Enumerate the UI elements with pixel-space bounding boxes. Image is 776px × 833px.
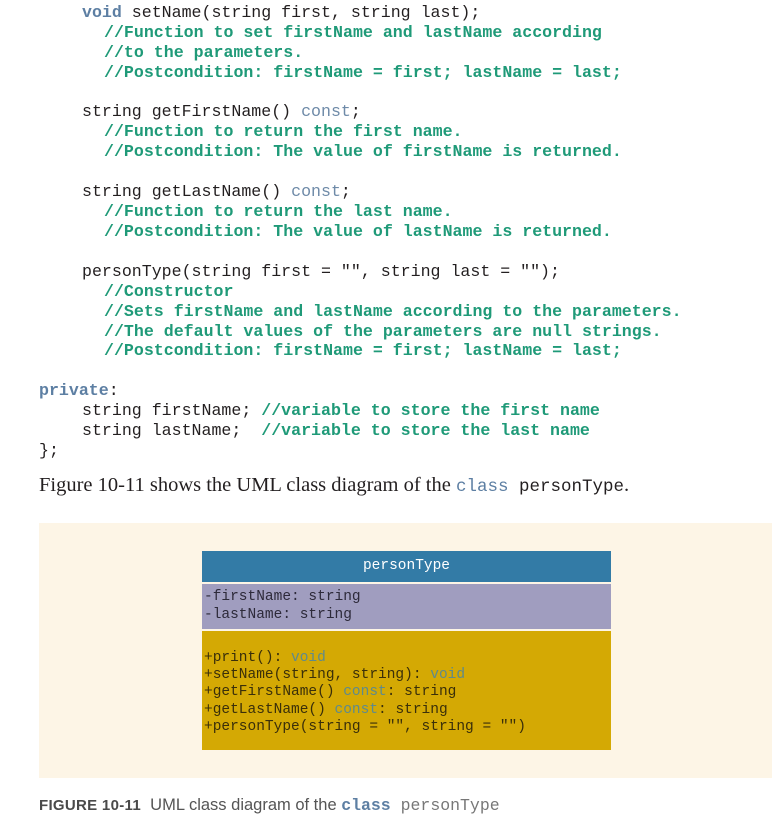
code-comment: //Function to set firstName and lastName… [104,23,602,42]
code-comment: //Postcondition: The value of lastName i… [104,222,612,241]
code-comment: //Function to return the last name. [104,202,453,221]
paragraph-text: . [624,474,630,496]
uml-attributes: -firstName: string -lastName: string [202,584,611,629]
uml-method: +setName(string, string): void [204,667,611,684]
code-comment: //Function to return the first name. [104,122,463,141]
figure-label: FIGURE 10-11 [39,797,141,814]
code-line-getlastname: string getLastName() const; [82,182,351,202]
paragraph-text: Figure 10-11 shows the UML class diagram… [39,474,456,496]
code-line-member: string lastName; //variable to store the… [82,421,590,441]
code-comment: //Postcondition: The value of firstName … [104,142,622,161]
code-line-closing: }; [39,441,59,460]
keyword: void [291,650,326,666]
code-comment: //to the parameters. [104,43,304,62]
code-text: string firstName; [82,401,262,420]
method-text: +setName(string, string): [204,667,431,684]
method-text: : string [378,701,448,718]
uml-method: +personType(string = "", string = "") [204,719,611,736]
uml-method: +print(): void [204,650,611,667]
code-line-setname: void setName(string first, string last); [82,3,480,23]
method-text: +getLastName() [204,701,335,718]
code-comment: //variable to store the last name [261,421,590,440]
uml-method: +getLastName() const: string [204,702,611,719]
code-text: : [108,381,119,400]
code-line-getfirstname: string getFirstName() const; [82,102,361,122]
uml-attribute: -lastName: string [204,607,352,623]
body-paragraph: Figure 10-11 shows the UML class diagram… [39,474,629,497]
class-name: personType [390,796,500,815]
keyword: class [455,477,509,497]
code-comment: //Postcondition: firstName = first; last… [104,63,622,82]
keyword: class [341,796,391,815]
keyword: void [82,3,122,22]
code-line-private: private: [39,381,119,401]
uml-attribute: -firstName: string [204,589,361,605]
code-comment: //The default values of the parameters a… [104,322,662,341]
code-comment: //Constructor [104,282,234,301]
keyword: const [301,102,351,121]
keyword: const [291,182,341,201]
code-text: string lastName; [82,421,262,440]
code-line-constructor: personType(string first = "", string las… [82,262,560,281]
keyword: private [39,381,109,400]
keyword: const [343,684,387,701]
caption-text: UML class diagram of the [140,796,342,814]
method-text: : string [386,684,457,701]
code-text: ; [340,182,351,201]
method-text: +getFirstName() [204,684,344,701]
uml-class-name: personType [202,551,611,582]
method-text: +personType(string = "", string = "") [204,718,526,735]
keyword: void [430,667,466,684]
code-comment: //variable to store the first name [261,401,600,420]
method-text: +print(): [204,650,292,666]
class-name: personType [508,477,624,497]
code-text: string getLastName() [82,182,292,201]
code-comment: //Postcondition: firstName = first; last… [104,341,622,360]
figure-caption: FIGURE 10-11 UML class diagram of the cl… [39,796,500,815]
code-line-member: string firstName; //variable to store th… [82,401,600,421]
code-comment: //Sets firstName and lastName according … [104,302,682,321]
uml-methods: +print(): void +setName(string, string):… [202,631,611,750]
code-text: setName(string first, string last); [121,3,481,22]
code-text: ; [350,102,361,121]
uml-method: +getFirstName() const: string [204,684,611,701]
keyword: const [334,701,379,718]
code-text: string getFirstName() [82,102,302,121]
uml-class-diagram: personType -firstName: string -lastName:… [202,551,611,750]
